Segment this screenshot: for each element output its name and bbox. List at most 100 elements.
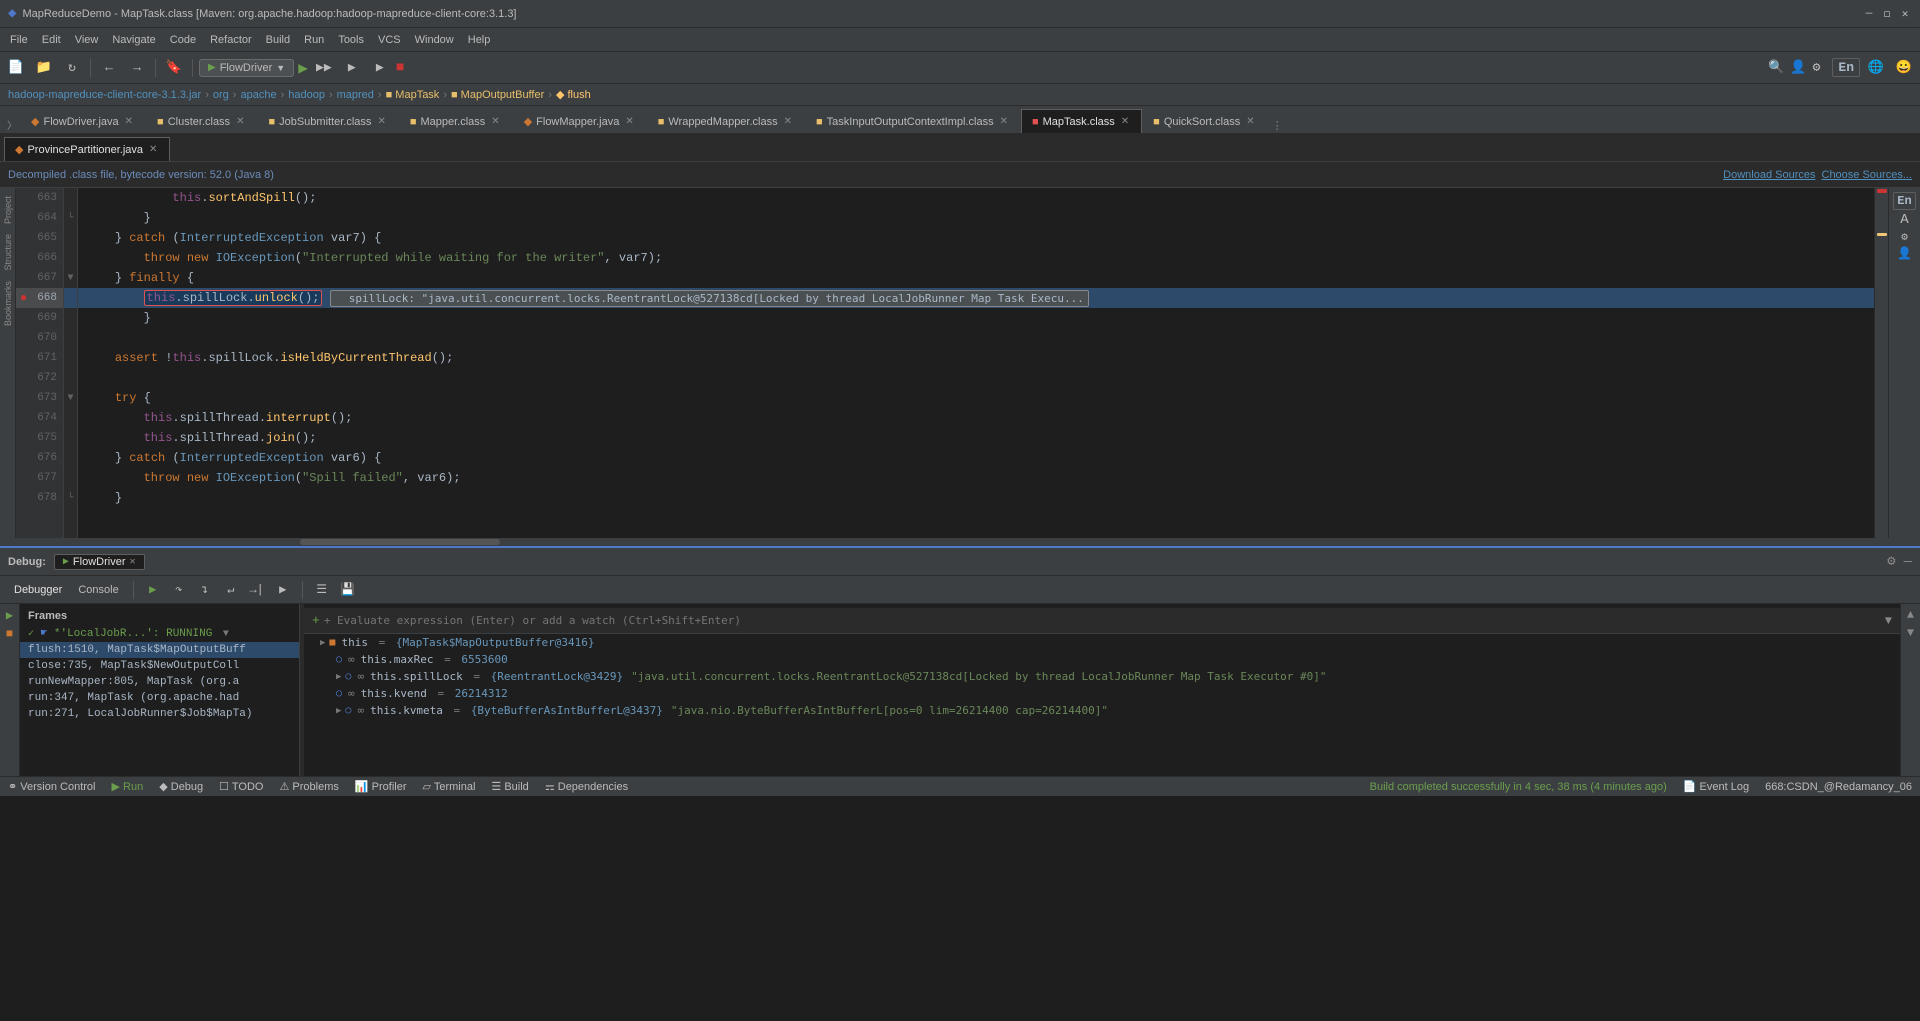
menu-tools[interactable]: Tools: [332, 32, 370, 48]
tab-provincepartitioner-java[interactable]: ◆ ProvincePartitioner.java ✕: [4, 137, 170, 161]
menu-run[interactable]: Run: [298, 32, 330, 48]
menu-code[interactable]: Code: [164, 32, 202, 48]
terminal-btn[interactable]: ▱ Terminal: [423, 780, 476, 793]
breadcrumb-mapoutputbuffer[interactable]: ■ MapOutputBuffer: [451, 89, 544, 101]
sidebar-structure[interactable]: Structure: [1, 230, 15, 275]
sidebar-bookmarks[interactable]: Bookmarks: [1, 277, 15, 330]
build-status-btn[interactable]: ☰ Build: [491, 780, 528, 793]
user-icon-right[interactable]: 👤: [1897, 246, 1912, 261]
translate-icon[interactable]: 🌐: [1864, 56, 1888, 80]
sync-button[interactable]: ↻: [60, 56, 84, 80]
settings-icon-right[interactable]: ⚙: [1901, 230, 1908, 244]
var-maxrec[interactable]: ○ ∞ this.maxRec = 6553600: [304, 651, 1900, 668]
run-status-btn[interactable]: ▶ Run: [112, 780, 144, 793]
stop-button[interactable]: ■: [396, 60, 404, 76]
breadcrumb-apache[interactable]: apache: [240, 89, 276, 101]
frame-run[interactable]: run:347, MapTask (org.apache.had: [20, 690, 299, 706]
breadcrumb-jar[interactable]: hadoop-mapreduce-client-core-3.1.3.jar: [8, 89, 201, 101]
memory-button[interactable]: 💾: [337, 579, 359, 601]
tab-close-task[interactable]: ✕: [998, 115, 1010, 128]
search-button[interactable]: 🔍: [1768, 60, 1784, 75]
build-button[interactable]: ▶▶: [312, 56, 336, 80]
evaluate-button[interactable]: ▶: [272, 579, 294, 601]
debug-collapse-icon[interactable]: ▼: [1907, 626, 1914, 640]
var-kvend[interactable]: ○ ∞ this.kvend = 26214312: [304, 685, 1900, 702]
problems-btn[interactable]: ⚠ Problems: [279, 780, 338, 793]
project-toggle[interactable]: 〉: [4, 117, 20, 133]
tab-close-maptask[interactable]: ✕: [1119, 115, 1131, 128]
dependencies-btn[interactable]: ⚎ Dependencies: [545, 780, 628, 793]
run-to-cursor-button[interactable]: →|: [246, 579, 268, 601]
tab-taskinputoutputcontextimpl-class[interactable]: ■ TaskInputOutputContextImpl.class ✕: [805, 109, 1021, 133]
breadcrumb-org[interactable]: org: [213, 89, 229, 101]
emoji-icon[interactable]: 😀: [1892, 56, 1916, 80]
add-watch-icon[interactable]: +: [312, 613, 320, 628]
breadcrumb-flush[interactable]: ◆ flush: [556, 88, 591, 101]
coverage-button[interactable]: ▶: [340, 56, 364, 80]
breadcrumb-mapred[interactable]: mapred: [337, 89, 374, 101]
resume-icon-strip[interactable]: ▶: [6, 608, 13, 623]
debug-status-btn[interactable]: ◆ Debug: [159, 780, 203, 793]
fold-667[interactable]: ▼: [64, 268, 77, 288]
code-editor[interactable]: this.sortAndSpill(); } } catch (Interrup…: [78, 188, 1874, 538]
menu-refactor[interactable]: Refactor: [204, 32, 258, 48]
breadcrumb-hadoop[interactable]: hadoop: [288, 89, 325, 101]
tab-jobsubmitter-class[interactable]: ■ JobSubmitter.class ✕: [257, 109, 398, 133]
menu-vcs[interactable]: VCS: [372, 32, 407, 48]
tab-cluster-class[interactable]: ■ Cluster.class ✕: [146, 109, 257, 133]
frame-filter-icon[interactable]: ▼: [223, 629, 229, 640]
forward-button[interactable]: →: [125, 56, 149, 80]
horizontal-scrollbar[interactable]: [0, 538, 1920, 546]
debug-expand-icon[interactable]: ▲: [1907, 608, 1914, 622]
tab-close-quicksort[interactable]: ✕: [1244, 115, 1256, 128]
translate-icon[interactable]: A: [1900, 212, 1908, 228]
console-tab[interactable]: Console: [72, 579, 124, 601]
language-switcher[interactable]: En: [1832, 58, 1860, 77]
frame-flush[interactable]: flush:1510, MapTask$MapOutputBuff: [20, 642, 299, 658]
debug-settings-icon[interactable]: ⚙: [1887, 553, 1895, 570]
user-button[interactable]: 👤: [1790, 60, 1806, 75]
profile-button[interactable]: ▶: [368, 56, 392, 80]
tab-close-wrappedmapper[interactable]: ✕: [782, 115, 794, 128]
debug-session-tab[interactable]: ▶ FlowDriver ✕: [54, 554, 145, 570]
debug-icon-2[interactable]: ■: [6, 627, 13, 641]
back-button[interactable]: ←: [97, 56, 121, 80]
kvmeta-expand-icon[interactable]: ▶: [336, 706, 341, 716]
tab-close-jobsubmitter[interactable]: ✕: [375, 115, 387, 128]
tab-maptask-class[interactable]: ■ MapTask.class ✕: [1021, 109, 1142, 133]
var-kvmeta[interactable]: ▶ ○ ∞ this.kvmeta = {ByteBufferAsIntBuff…: [304, 702, 1900, 719]
todo-btn[interactable]: ☐ TODO: [219, 780, 263, 793]
run-button[interactable]: ▶: [298, 58, 308, 78]
new-file-button[interactable]: 📄: [4, 56, 28, 80]
tab-flowdriver-java[interactable]: ◆ FlowDriver.java ✕: [20, 109, 146, 133]
frame-runnewmapper[interactable]: runNewMapper:805, MapTask (org.a: [20, 674, 299, 690]
download-sources-link[interactable]: Download Sources: [1723, 169, 1815, 181]
fold-678[interactable]: └: [64, 488, 77, 508]
watch-input[interactable]: [324, 614, 1881, 627]
frame-run2[interactable]: run:271, LocalJobRunner$Job$MapTa): [20, 706, 299, 722]
menu-navigate[interactable]: Navigate: [106, 32, 161, 48]
breadcrumb-maptask[interactable]: ■ MapTask: [386, 89, 440, 101]
menu-build[interactable]: Build: [260, 32, 296, 48]
menu-help[interactable]: Help: [462, 32, 497, 48]
tab-quicksort-class[interactable]: ■ QuickSort.class ✕: [1142, 109, 1267, 133]
fold-673[interactable]: ▼: [64, 388, 77, 408]
frame-close[interactable]: close:735, MapTask$NewOutputColl: [20, 658, 299, 674]
close-button[interactable]: ✕: [1898, 7, 1912, 21]
tab-close-province[interactable]: ✕: [147, 143, 159, 156]
settings-button[interactable]: ⚙: [1813, 60, 1821, 75]
tab-close-flowdriver[interactable]: ✕: [123, 115, 135, 128]
watch-expand-icon[interactable]: ▼: [1885, 614, 1892, 628]
var-spilllock[interactable]: ▶ ○ ∞ this.spillLock = {ReentrantLock@34…: [304, 668, 1900, 685]
scroll-indicator[interactable]: [1874, 188, 1888, 538]
more-tabs-button[interactable]: ⋮: [1272, 119, 1283, 133]
version-control-btn[interactable]: ⚭ Version Control: [8, 780, 96, 793]
menu-window[interactable]: Window: [409, 32, 460, 48]
this-expand-icon[interactable]: ▶: [320, 638, 325, 648]
scrollbar-thumb[interactable]: [300, 539, 500, 545]
run-config-selector[interactable]: ▶ FlowDriver ▼: [199, 59, 294, 77]
var-this[interactable]: ▶ ■ this = {MapTask$MapOutputBuffer@3416…: [304, 634, 1900, 651]
minimize-button[interactable]: —: [1862, 7, 1876, 21]
open-button[interactable]: 📁: [32, 56, 56, 80]
tab-wrappedmapper-class[interactable]: ■ WrappedMapper.class ✕: [647, 109, 805, 133]
